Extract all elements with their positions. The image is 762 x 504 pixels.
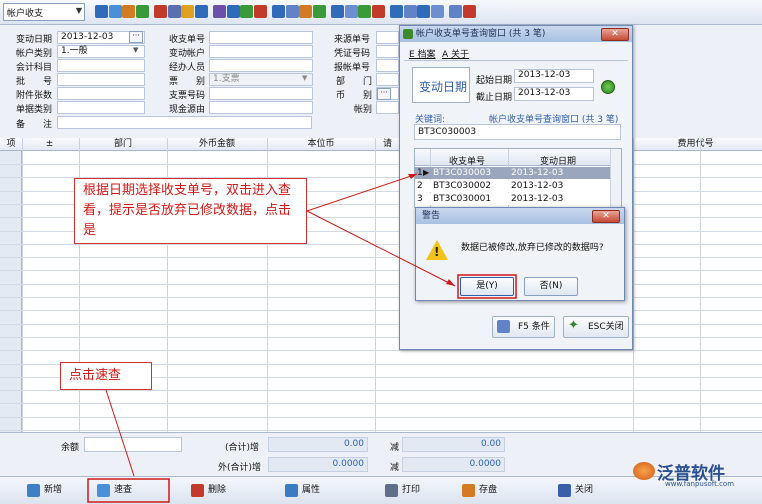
quick-highlight: [87, 478, 170, 503]
logo-url: www.fanpusoft.com: [665, 480, 735, 488]
arrow-to-quick: [105, 389, 135, 477]
arrowhead-yes: [446, 279, 455, 286]
annotation-arrows: [87, 173, 517, 503]
brand-logo: 泛普软件 www.fanpusoft.com: [633, 459, 759, 489]
logo-icon: [633, 462, 655, 480]
yes-highlight: [457, 274, 517, 299]
arrow-to-yes: [306, 210, 456, 287]
arrow-to-row: [306, 173, 418, 212]
